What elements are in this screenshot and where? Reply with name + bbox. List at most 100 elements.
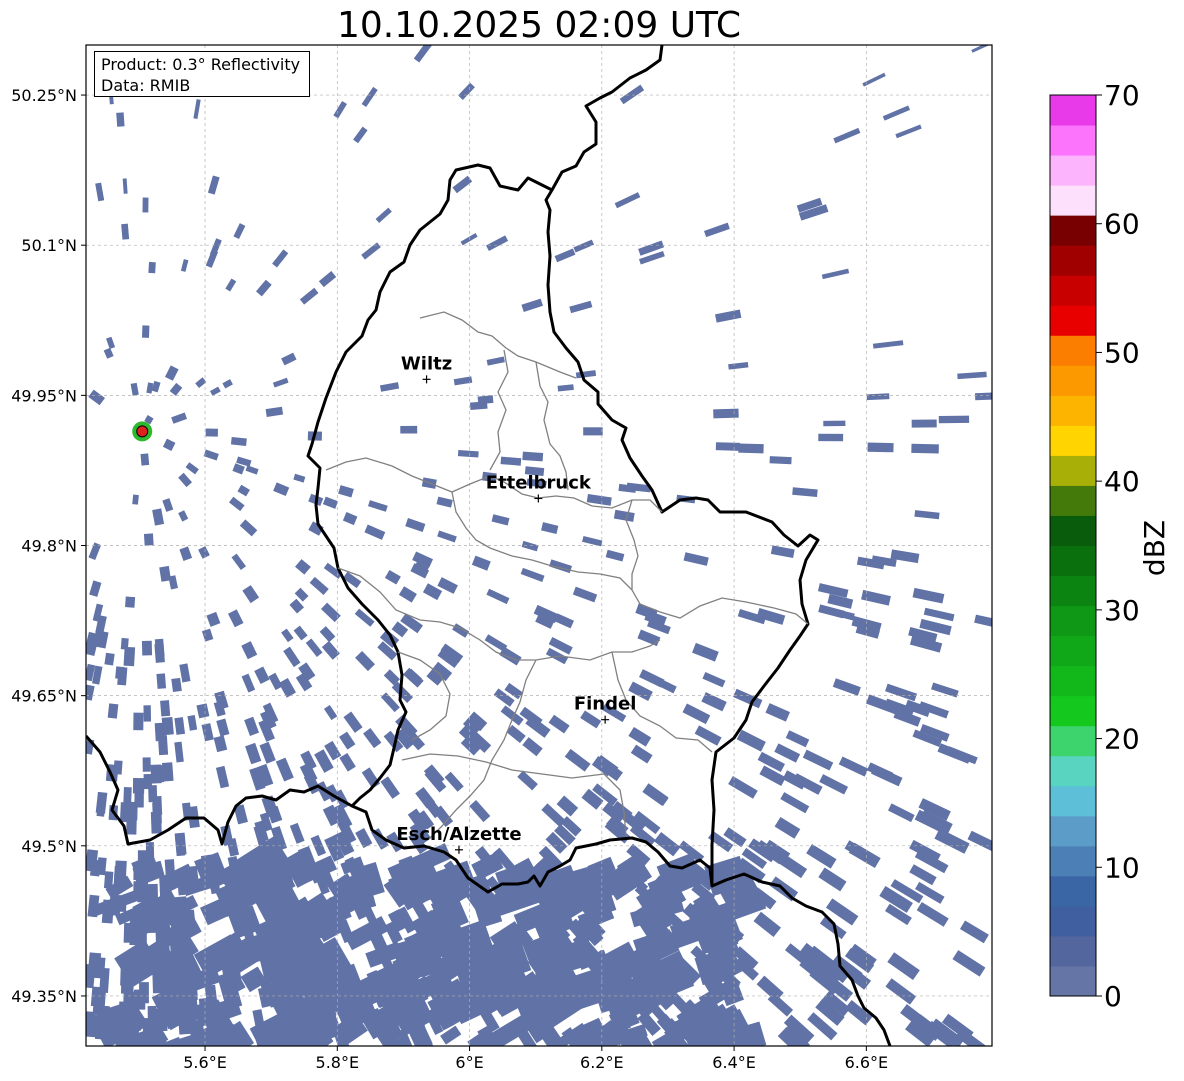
colorbar-bin [1050, 815, 1096, 847]
colorbar-tick-label: 60 [1104, 208, 1140, 241]
colorbar-bin [1050, 545, 1096, 577]
city-label: Wiltz [401, 353, 452, 374]
colorbar-bin [1050, 215, 1096, 246]
colorbar-bin [1050, 515, 1096, 546]
product-label: Product: 0.3° Reflectivity [101, 55, 301, 74]
reflectivity-cell [116, 112, 125, 127]
radar-map: Wiltz Ettelbruck Findel Esch/Alzette 50.25°… [11, 44, 993, 1072]
reflectivity-cell [139, 982, 149, 1004]
product-info-box: Product: 0.3° Reflectivity Data: RMIB [94, 51, 310, 97]
colorbar-bin [1050, 665, 1096, 697]
reflectivity-cell [974, 392, 992, 401]
colorbar-bin [1050, 425, 1096, 456]
radar-site-marker [136, 425, 149, 438]
lat-tick-label: 50.25°N [11, 86, 77, 105]
reflectivity-cell [140, 453, 150, 466]
reflectivity-cell [738, 443, 764, 454]
lon-tick-label: 6.2°E [580, 1053, 624, 1072]
reflectivity-cell [205, 428, 218, 437]
reflectivity-cell [132, 778, 145, 794]
reflectivity-cell [171, 677, 182, 693]
reflectivity-cell [141, 325, 150, 338]
colorbar-bin [1050, 245, 1096, 276]
colorbar-title: dBZ [1138, 520, 1171, 576]
reflectivity-cell [117, 666, 128, 686]
reflectivity-cell [713, 408, 739, 419]
reflectivity-cell [133, 712, 144, 731]
colorbar-bin [1050, 965, 1096, 997]
reflectivity-cell [90, 986, 102, 1007]
reflectivity-cell [230, 436, 247, 446]
reflectivity-cell [141, 640, 153, 656]
colorbar-bin [1050, 755, 1096, 787]
reflectivity-cell [161, 716, 174, 736]
reflectivity-cell [123, 646, 136, 667]
reflectivity-cell [522, 451, 544, 462]
colorbar-bins [1050, 95, 1096, 997]
lat-tick-label: 49.35°N [11, 987, 77, 1006]
lon-tick-label: 6.6°E [845, 1053, 889, 1072]
lat-tick-label: 50.1°N [21, 236, 77, 255]
reflectivity-cell [143, 705, 152, 722]
colorbar: 0 10 20 30 40 50 60 70 dBZ [1049, 80, 1171, 1010]
colorbar-bin [1050, 335, 1096, 366]
reflectivity-cell [120, 637, 129, 650]
reflectivity-cell [148, 261, 156, 274]
reflectivity-cell [911, 419, 937, 428]
colorbar-ticks: 0 10 20 30 40 50 60 70 [1096, 80, 1140, 1010]
colorbar-bin [1050, 605, 1096, 637]
lat-tick-label: 49.95°N [11, 386, 77, 405]
reflectivity-cell [938, 415, 970, 424]
colorbar-bin [1050, 575, 1096, 607]
reflectivity-cell [911, 443, 939, 454]
radar-site [132, 421, 153, 442]
reflectivity-cell [154, 638, 165, 658]
colorbar-bin [1050, 395, 1096, 426]
colorbar-bin [1050, 695, 1096, 727]
colorbar-bin [1050, 95, 1096, 126]
lat-tick-label: 49.65°N [11, 687, 77, 706]
reflectivity-cell [121, 223, 130, 240]
colorbar-bin [1050, 455, 1096, 486]
reflectivity-cell [142, 757, 151, 772]
colorbar-bin [1050, 365, 1096, 396]
reflectivity-cell [477, 395, 494, 405]
colorbar-tick-label: 30 [1104, 594, 1140, 627]
reflectivity-cell [823, 420, 846, 427]
colorbar-tick-label: 40 [1104, 465, 1140, 498]
reflectivity-cell [818, 433, 844, 442]
reflectivity-cell [125, 596, 136, 608]
reflectivity-cell [104, 652, 115, 666]
colorbar-bin [1050, 935, 1096, 967]
lon-tick-label: 5.6°E [183, 1053, 227, 1072]
colorbar-tick-label: 20 [1104, 723, 1140, 756]
colorbar-bin [1050, 725, 1096, 757]
colorbar-bin [1050, 485, 1096, 516]
colorbar-tick-label: 70 [1104, 80, 1140, 112]
colorbar-bin [1050, 125, 1096, 156]
reflectivity-cell [160, 700, 171, 717]
colorbar-bin [1050, 305, 1096, 336]
reflectivity-cell [93, 957, 106, 979]
colorbar-tick-label: 0 [1104, 980, 1122, 1010]
reflectivity-cell [583, 427, 603, 436]
lat-tick-label: 49.8°N [21, 537, 77, 556]
reflectivity-cell [142, 197, 149, 213]
colorbar-bin [1050, 905, 1096, 937]
lon-tick-label: 6°E [455, 1053, 483, 1072]
city-label: Findel [574, 694, 637, 715]
reflectivity-cell [715, 442, 741, 451]
colorbar-bin [1050, 785, 1096, 817]
colorbar-bin [1050, 275, 1096, 306]
colorbar-tick-label: 50 [1104, 336, 1140, 369]
reflectivity-cell [143, 533, 154, 546]
colorbar-bin [1050, 185, 1096, 216]
lat-tick-label: 49.5°N [21, 837, 77, 856]
reflectivity-cell [148, 785, 158, 803]
reflectivity-cell [119, 802, 129, 823]
data-source-label: Data: RMIB [101, 76, 191, 95]
colorbar-tick-label: 10 [1104, 851, 1140, 884]
colorbar-bin [1050, 875, 1096, 907]
reflectivity-cell [769, 456, 792, 465]
reflectivity-cell [174, 832, 187, 856]
